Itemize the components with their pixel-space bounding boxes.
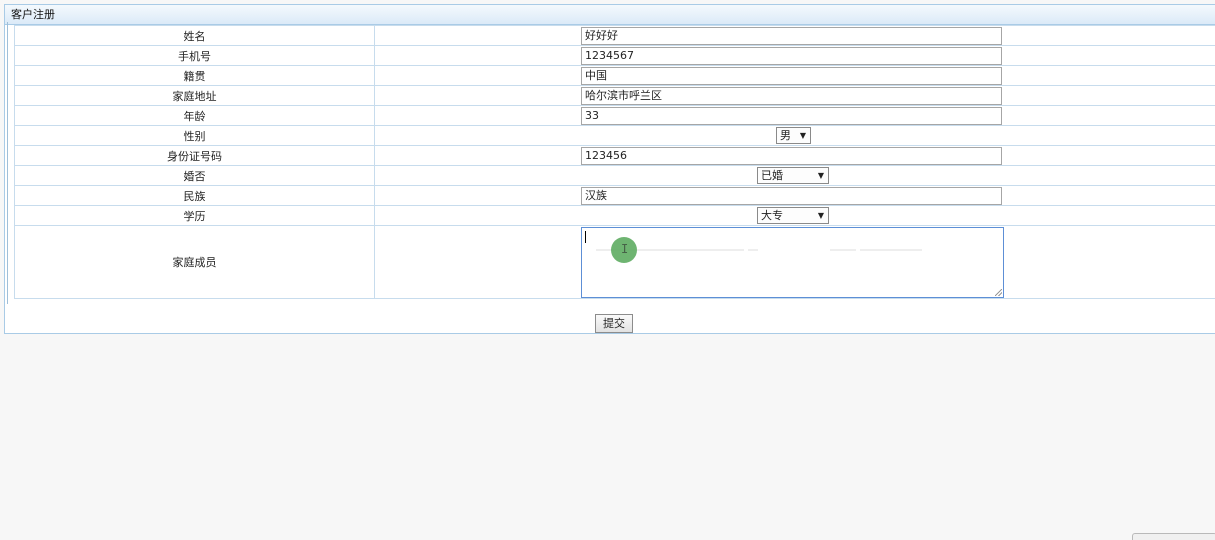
age-label: 年龄 — [15, 106, 375, 126]
id-number-input[interactable]: 123456 — [581, 147, 1002, 165]
form-row-ethnic: 民族 汉族 — [15, 186, 1215, 206]
name-label: 姓名 — [15, 26, 375, 46]
cursor-highlight: I — [611, 237, 637, 263]
form-row-marital: 婚否 已婚 ▼ — [15, 166, 1215, 186]
text-cursor-icon: I — [621, 242, 628, 256]
form-row-name: 姓名 好好好 — [15, 26, 1215, 46]
family-members-textarea[interactable]: I — [581, 227, 1004, 298]
gender-select-value: 男 — [780, 129, 791, 142]
faint-line — [748, 249, 758, 251]
chevron-down-icon: ▼ — [800, 128, 806, 143]
marital-select[interactable]: 已婚 ▼ — [757, 167, 829, 184]
marital-select-value: 已婚 — [761, 169, 783, 182]
family-members-label: 家庭成员 — [15, 226, 375, 299]
origin-input[interactable]: 中国 — [581, 67, 1002, 85]
form-row-education: 学历 大专 ▼ — [15, 206, 1215, 226]
form-area: 姓名 好好好 手机号 1234567 籍贯 中国 家庭地址 哈尔滨市呼兰区 年龄 — [7, 22, 1215, 304]
gender-select[interactable]: 男 ▼ — [776, 127, 811, 144]
age-input[interactable]: 33 — [581, 107, 1002, 125]
id-number-label: 身份证号码 — [15, 146, 375, 166]
ethnic-label: 民族 — [15, 186, 375, 206]
faint-line — [860, 249, 922, 251]
form-row-id: 身份证号码 123456 — [15, 146, 1215, 166]
education-select[interactable]: 大专 ▼ — [757, 207, 829, 224]
phone-label: 手机号 — [15, 46, 375, 66]
form-row-gender: 性别 男 ▼ — [15, 126, 1215, 146]
registration-form-table: 姓名 好好好 手机号 1234567 籍贯 中国 家庭地址 哈尔滨市呼兰区 年龄 — [14, 25, 1215, 299]
phone-input[interactable]: 1234567 — [581, 47, 1002, 65]
education-label: 学历 — [15, 206, 375, 226]
origin-label: 籍贯 — [15, 66, 375, 86]
chevron-down-icon: ▼ — [818, 168, 824, 183]
form-row-age: 年龄 33 — [15, 106, 1215, 126]
address-input[interactable]: 哈尔滨市呼兰区 — [581, 87, 1002, 105]
resize-grip-icon[interactable] — [995, 289, 1002, 296]
education-select-value: 大专 — [761, 209, 783, 222]
ethnic-input[interactable]: 汉族 — [581, 187, 1002, 205]
form-row-address: 家庭地址 哈尔滨市呼兰区 — [15, 86, 1215, 106]
faint-line — [830, 249, 856, 251]
form-row-phone: 手机号 1234567 — [15, 46, 1215, 66]
gender-label: 性别 — [15, 126, 375, 146]
chevron-down-icon: ▼ — [818, 208, 824, 223]
address-label: 家庭地址 — [15, 86, 375, 106]
marital-label: 婚否 — [15, 166, 375, 186]
name-input[interactable]: 好好好 — [581, 27, 1002, 45]
form-row-family: 家庭成员 I — [15, 226, 1215, 299]
form-row-origin: 籍贯 中国 — [15, 66, 1215, 86]
submit-button[interactable]: 提交 — [595, 314, 633, 333]
text-caret — [585, 231, 586, 243]
